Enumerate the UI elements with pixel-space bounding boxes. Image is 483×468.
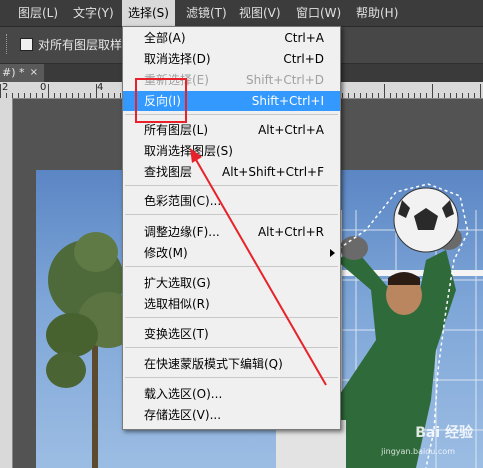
soccer-ball-illustration [393, 187, 459, 253]
menu-view[interactable]: 视图(V) [233, 0, 287, 26]
menu-item-load-selection[interactable]: 载入选区(O)... [123, 384, 340, 404]
menu-item-label: 所有图层(L) [144, 123, 209, 137]
menu-item-deselect[interactable]: 取消选择(D) Ctrl+D [123, 49, 340, 69]
menu-item-label: 全部(A) [144, 31, 186, 45]
menu-item-label: 取消选择(D) [144, 52, 211, 66]
menu-type[interactable]: 文字(Y) [67, 0, 120, 26]
menu-item-all-layers[interactable]: 所有图层(L) Alt+Ctrl+A [123, 120, 340, 140]
menu-layer[interactable]: 图层(L) [12, 0, 64, 26]
menu-item-shortcut: Shift+Ctrl+I [251, 94, 324, 108]
options-grip[interactable] [6, 34, 9, 54]
annotation-highlight-box [135, 78, 187, 123]
menu-window[interactable]: 窗口(W) [290, 0, 347, 26]
ruler-label: 0 [40, 82, 47, 93]
menu-item-save-selection[interactable]: 存储选区(V)... [123, 405, 340, 425]
menu-item-label: 载入选区(O)... [144, 387, 223, 401]
menu-item-label: 存储选区(V)... [144, 408, 222, 422]
menu-item-shortcut: Shift+Ctrl+D [246, 73, 324, 87]
menu-item-label: 查找图层 [144, 165, 193, 179]
menu-item-refine-edge[interactable]: 调整边缘(F)... Alt+Ctrl+R [123, 222, 340, 242]
menu-separator [125, 347, 338, 348]
sample-all-layers-checkbox[interactable] [20, 38, 33, 51]
menu-separator [125, 377, 338, 378]
menu-item-label: 色彩范围(C)... [144, 194, 222, 208]
menu-item-find-layers[interactable]: 查找图层 Alt+Shift+Ctrl+F [123, 162, 340, 182]
menu-filter[interactable]: 滤镜(T) [180, 0, 233, 26]
ruler-label: 4 [97, 82, 104, 93]
menu-bar: 图层(L) 文字(Y) 选择(S) 滤镜(T) 视图(V) 窗口(W) 帮助(H… [0, 0, 483, 27]
menu-separator [125, 266, 338, 267]
menu-help[interactable]: 帮助(H) [350, 0, 404, 26]
menu-item-label: 取消选择图层(S) [144, 144, 233, 158]
baidu-watermark-url: jingyan.baidu.com [381, 447, 455, 456]
ruler-label: 2 [2, 82, 9, 93]
menu-item-label: 在快速蒙版模式下编辑(Q) [144, 357, 283, 371]
menu-item-color-range[interactable]: 色彩范围(C)... [123, 191, 340, 211]
menu-item-shortcut: Alt+Shift+Ctrl+F [222, 165, 324, 179]
menu-item-shortcut: Ctrl+A [284, 31, 324, 45]
menu-item-transform-selection[interactable]: 变换选区(T) [123, 324, 340, 344]
vertical-ruler [0, 98, 13, 468]
menu-item-deselect-layers[interactable]: 取消选择图层(S) [123, 141, 340, 161]
baidu-watermark: Bai 经验 [415, 425, 473, 441]
document-tab-label: #) * [2, 66, 25, 79]
menu-separator [125, 214, 338, 215]
menu-item-similar[interactable]: 选取相似(R) [123, 294, 340, 314]
menu-item-label: 扩大选取(G) [144, 276, 211, 290]
menu-item-label: 选取相似(R) [144, 297, 210, 311]
menu-item-modify[interactable]: 修改(M) [123, 243, 340, 263]
menu-item-label: 变换选区(T) [144, 327, 209, 341]
menu-item-shortcut: Ctrl+D [283, 52, 324, 66]
sample-all-layers-label: 对所有图层取样 [38, 38, 123, 52]
close-icon[interactable]: × [30, 64, 38, 82]
menu-select[interactable]: 选择(S) [122, 0, 175, 26]
menu-item-label: 调整边缘(F)... [144, 225, 220, 239]
document-tab[interactable]: #) * × [0, 64, 44, 82]
submenu-arrow-icon [330, 249, 335, 257]
menu-separator [125, 317, 338, 318]
menu-item-grow[interactable]: 扩大选取(G) [123, 273, 340, 293]
menu-item-shortcut: Alt+Ctrl+A [258, 123, 324, 137]
menu-item-label: 修改(M) [144, 246, 188, 260]
menu-item-quick-mask[interactable]: 在快速蒙版模式下编辑(Q) [123, 354, 340, 374]
menu-separator [125, 185, 338, 186]
menu-item-shortcut: Alt+Ctrl+R [257, 225, 324, 239]
menu-item-all[interactable]: 全部(A) Ctrl+A [123, 28, 340, 48]
